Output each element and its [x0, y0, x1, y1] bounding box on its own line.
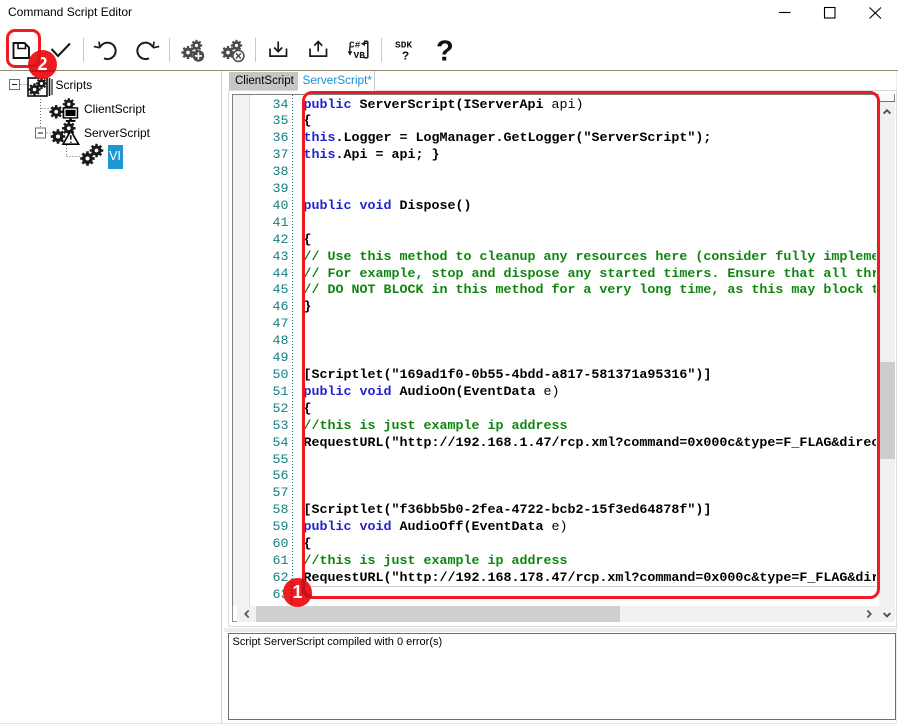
svg-text:VB: VB — [354, 50, 366, 61]
svg-text:?: ? — [402, 50, 409, 64]
svg-text:C#: C# — [349, 40, 361, 51]
svg-text:?: ? — [436, 36, 454, 68]
